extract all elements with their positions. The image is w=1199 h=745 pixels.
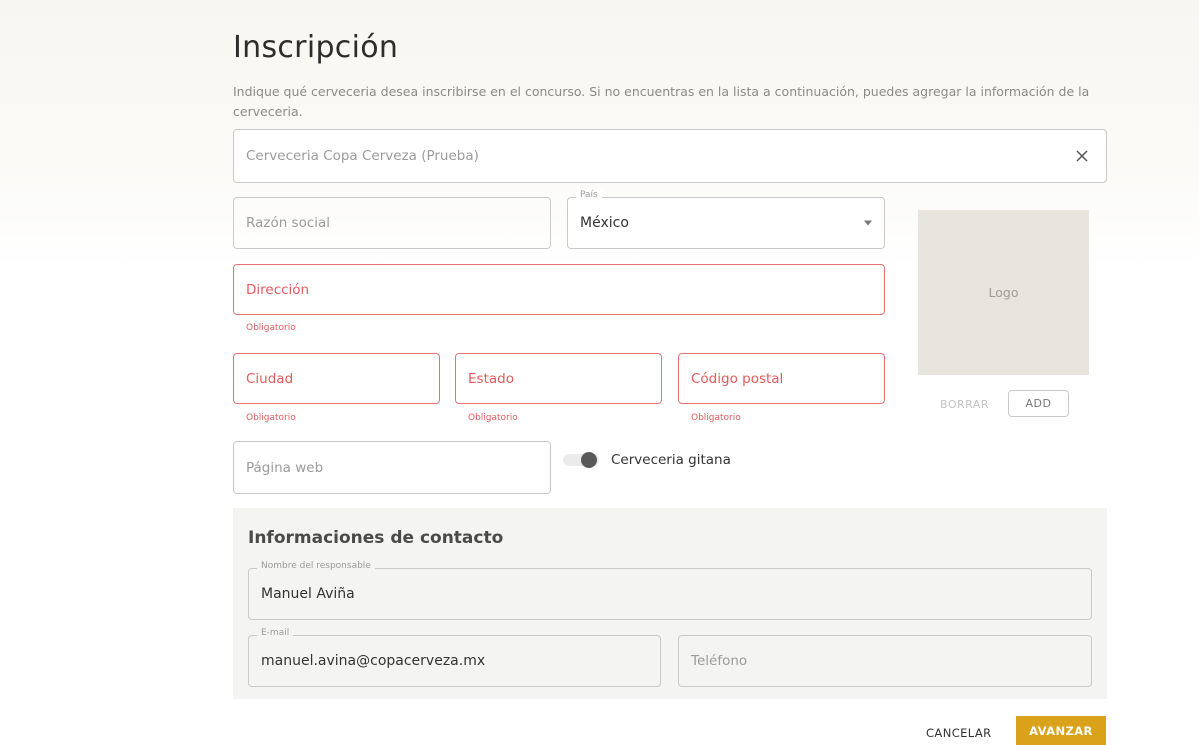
postal-code-placeholder: Código postal [691,370,784,387]
country-legend: País [576,190,602,200]
logo-upload-area[interactable]: Logo [918,210,1089,375]
caret-down-icon [864,220,872,226]
contact-section-title: Informaciones de contacto [248,528,504,548]
email-legend: E-mail [257,628,294,638]
country-select[interactable]: País México [567,190,885,249]
gypsy-brewery-toggle[interactable] [563,452,599,468]
gypsy-brewery-label: Cerveceria gitana [611,452,731,468]
contact-name-field[interactable]: Nombre del responsable Manuel Aviña [248,561,1092,620]
add-logo-button[interactable]: ADD [1008,390,1069,417]
page-description: Indique qué cerveceria desea inscribirse… [233,84,1090,119]
phone-field[interactable]: Teléfono [678,635,1092,687]
toggle-knob [581,452,597,468]
postal-code-field[interactable]: Código postal [678,353,885,404]
page-title: Inscripción [233,30,399,65]
registration-page: Inscripción Indique qué cerveceria desea… [0,0,1199,745]
address-placeholder: Dirección [246,281,310,298]
next-button[interactable]: AVANZAR [1016,716,1106,745]
postal-code-error: Obligatorio [691,413,741,423]
state-error: Obligatorio [468,413,518,423]
city-field[interactable]: Ciudad [233,353,440,404]
phone-placeholder: Teléfono [691,653,748,669]
logo-label: Logo [988,285,1019,300]
contact-name-value: Manuel Aviña [261,586,355,602]
brewery-select[interactable]: Cerveceria Copa Cerveza (Prueba) [233,129,1107,183]
cancel-button[interactable]: CANCELAR [926,726,992,740]
country-value: México [580,215,629,231]
razon-social-placeholder: Razón social [246,215,331,231]
razon-social-field[interactable]: Razón social [233,197,551,249]
address-error: Obligatorio [246,323,296,333]
website-placeholder: Página web [246,459,324,476]
state-placeholder: Estado [468,370,514,387]
brewery-select-value: Cerveceria Copa Cerveza (Prueba) [246,148,479,164]
address-field[interactable]: Dirección [233,264,885,315]
website-field[interactable]: Página web [233,441,551,494]
city-error: Obligatorio [246,413,296,423]
delete-logo-button[interactable]: BORRAR [940,398,989,411]
contact-name-legend: Nombre del responsable [257,561,375,571]
email-field[interactable]: E-mail manuel.avina@copacerveza.mx [248,628,661,687]
city-placeholder: Ciudad [246,370,294,387]
close-icon[interactable] [1074,148,1090,164]
email-value: manuel.avina@copacerveza.mx [261,653,486,669]
state-field[interactable]: Estado [455,353,662,404]
